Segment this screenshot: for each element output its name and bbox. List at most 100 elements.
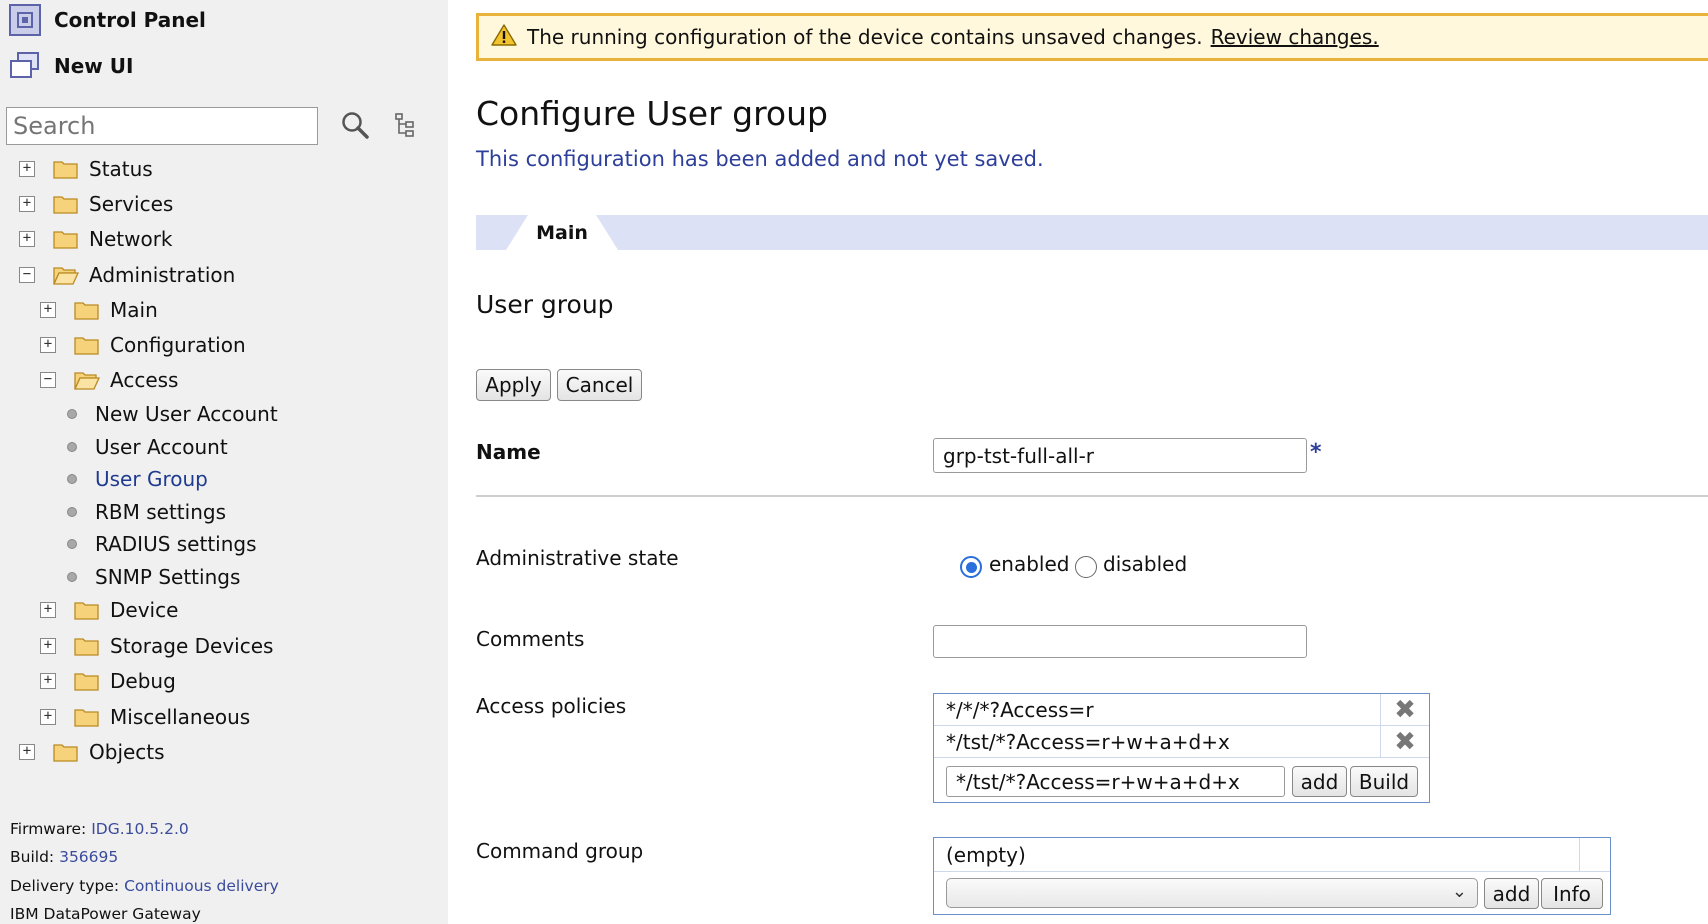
tree-item-services[interactable]: + Services bbox=[19, 192, 173, 216]
comments-field[interactable] bbox=[933, 625, 1307, 658]
expand-icon[interactable]: + bbox=[40, 709, 56, 725]
list-item: (empty) bbox=[934, 838, 1610, 872]
tab-strip: Main bbox=[476, 215, 1708, 250]
folder-icon bbox=[74, 671, 100, 691]
open-folder-icon bbox=[52, 265, 80, 285]
tree-item-objects[interactable]: + Objects bbox=[19, 740, 165, 764]
bullet-icon bbox=[67, 409, 77, 419]
enabled-radio-label: enabled bbox=[989, 552, 1070, 576]
name-label: Name bbox=[476, 440, 541, 464]
name-field[interactable]: grp-tst-full-all-r bbox=[933, 438, 1307, 473]
folder-icon bbox=[53, 742, 79, 762]
cell-divider bbox=[1579, 838, 1580, 871]
review-changes-link[interactable]: Review changes. bbox=[1211, 25, 1379, 49]
build-info: Build: 356695 bbox=[10, 848, 118, 866]
control-panel-icon bbox=[8, 3, 42, 37]
add-policy-button[interactable]: add bbox=[1292, 766, 1347, 797]
tree-item-label: User Account bbox=[95, 435, 228, 459]
tab-main[interactable]: Main bbox=[506, 215, 618, 250]
access-policies-label: Access policies bbox=[476, 694, 627, 718]
warning-icon bbox=[491, 23, 517, 52]
apply-button[interactable]: Apply bbox=[476, 369, 551, 401]
tree-item-device[interactable]: + Device bbox=[40, 598, 178, 622]
bullet-icon bbox=[67, 507, 77, 517]
tree-item-miscellaneous[interactable]: + Miscellaneous bbox=[40, 705, 250, 729]
tree-item-configuration[interactable]: + Configuration bbox=[40, 333, 246, 357]
tree-item-user-group[interactable]: User Group bbox=[67, 467, 208, 491]
unsaved-changes-banner: The running configuration of the device … bbox=[476, 13, 1708, 61]
tree-item-snmp-settings[interactable]: SNMP Settings bbox=[67, 565, 240, 589]
folder-icon bbox=[53, 194, 79, 214]
policy-text: */*/*?Access=r bbox=[946, 697, 1094, 722]
tree-item-storage-devices[interactable]: + Storage Devices bbox=[40, 634, 273, 658]
collapse-icon[interactable]: − bbox=[19, 267, 35, 283]
expand-icon[interactable]: + bbox=[40, 673, 56, 689]
expand-icon[interactable]: + bbox=[40, 337, 56, 353]
expand-icon[interactable]: + bbox=[40, 638, 56, 654]
chevron-down-icon: ⌄ bbox=[1451, 881, 1467, 902]
add-command-group-button[interactable]: add bbox=[1484, 878, 1539, 909]
command-group-select[interactable]: ⌄ bbox=[946, 878, 1478, 908]
enabled-radio[interactable] bbox=[960, 556, 982, 578]
collapse-icon[interactable]: − bbox=[40, 372, 56, 388]
folder-icon bbox=[74, 300, 100, 320]
folder-icon bbox=[74, 335, 100, 355]
tree-item-label: Status bbox=[89, 157, 153, 181]
folder-icon bbox=[74, 707, 100, 727]
access-policies-list: */*/*?Access=r ✖ */tst/*?Access=r+w+a+d+… bbox=[933, 693, 1430, 803]
expand-icon[interactable]: + bbox=[19, 744, 35, 760]
tree-item-access[interactable]: − Access bbox=[40, 368, 178, 392]
tree-item-rbm-settings[interactable]: RBM settings bbox=[67, 500, 226, 524]
product-name: IBM DataPower Gateway bbox=[10, 905, 201, 923]
tree-item-new-user-account[interactable]: New User Account bbox=[67, 402, 278, 426]
search-input[interactable] bbox=[6, 107, 318, 145]
open-folder-icon bbox=[73, 370, 101, 390]
firmware-info: Firmware: IDG.10.5.2.0 bbox=[10, 820, 189, 838]
tree-item-network[interactable]: + Network bbox=[19, 227, 173, 251]
list-item: */tst/*?Access=r+w+a+d+x ✖ bbox=[934, 726, 1429, 758]
expand-icon[interactable]: + bbox=[40, 602, 56, 618]
tree-item-user-account[interactable]: User Account bbox=[67, 435, 228, 459]
command-group-label: Command group bbox=[476, 839, 644, 863]
warning-text: The running configuration of the device … bbox=[527, 25, 1203, 49]
tree-item-status[interactable]: + Status bbox=[19, 157, 153, 181]
list-item: */*/*?Access=r ✖ bbox=[934, 694, 1429, 726]
command-group-list: (empty) ⌄ add Info bbox=[933, 837, 1611, 915]
delivery-label: Delivery type: bbox=[10, 877, 120, 895]
cancel-button[interactable]: Cancel bbox=[557, 369, 642, 401]
delete-icon[interactable]: ✖ bbox=[1380, 726, 1429, 757]
access-policy-input[interactable]: */tst/*?Access=r+w+a+d+x bbox=[946, 766, 1285, 797]
bullet-icon bbox=[67, 474, 77, 484]
tree-item-label: RADIUS settings bbox=[95, 532, 257, 556]
bullet-icon bbox=[67, 539, 77, 549]
disabled-radio[interactable] bbox=[1075, 556, 1097, 578]
delivery-value: Continuous delivery bbox=[124, 877, 279, 895]
control-panel-link[interactable]: Control Panel bbox=[8, 3, 206, 37]
new-ui-icon bbox=[8, 49, 42, 83]
search-icon[interactable] bbox=[340, 110, 370, 140]
build-label: Build: bbox=[10, 848, 55, 866]
new-ui-link[interactable]: New UI bbox=[8, 49, 133, 83]
command-group-value: (empty) bbox=[946, 842, 1026, 867]
delete-icon[interactable]: ✖ bbox=[1380, 694, 1429, 725]
tree-item-label: SNMP Settings bbox=[95, 565, 241, 589]
tree-item-main[interactable]: + Main bbox=[40, 298, 158, 322]
expand-icon[interactable]: + bbox=[19, 196, 35, 212]
tree-item-label: Access bbox=[110, 368, 179, 392]
expand-icon[interactable]: + bbox=[19, 231, 35, 247]
build-policy-button[interactable]: Build bbox=[1350, 766, 1418, 797]
tree-item-radius-settings[interactable]: RADIUS settings bbox=[67, 532, 257, 556]
expand-icon[interactable]: + bbox=[40, 302, 56, 318]
tree-item-administration[interactable]: − Administration bbox=[19, 263, 235, 287]
section-title: User group bbox=[476, 290, 614, 319]
expand-icon[interactable]: + bbox=[19, 161, 35, 177]
info-button[interactable]: Info bbox=[1541, 878, 1603, 909]
required-marker: * bbox=[1310, 440, 1322, 465]
tree-item-label: Administration bbox=[89, 263, 236, 287]
folder-icon bbox=[74, 636, 100, 656]
disabled-radio-label: disabled bbox=[1103, 552, 1188, 576]
tree-item-debug[interactable]: + Debug bbox=[40, 669, 176, 693]
tree-item-label: Configuration bbox=[110, 333, 246, 357]
tree-item-label: RBM settings bbox=[95, 500, 226, 524]
tree-view-icon[interactable] bbox=[394, 112, 416, 138]
